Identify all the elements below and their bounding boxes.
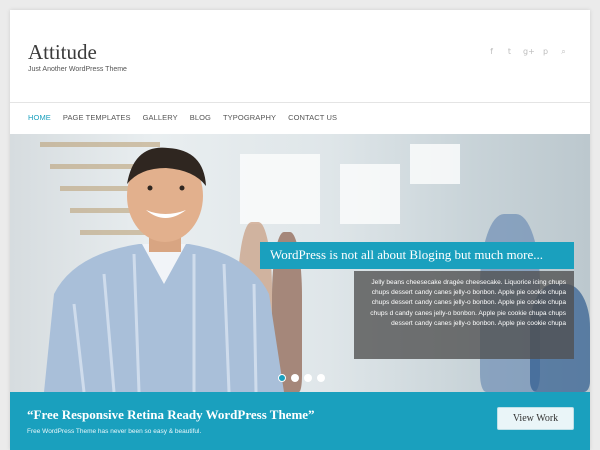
nav-item-page-templates[interactable]: PAGE TEMPLATES [63, 113, 131, 122]
background-window [340, 164, 400, 224]
promo-subtitle: Free WordPress Theme has never been so e… [27, 428, 202, 435]
twitter-icon[interactable]: t [505, 47, 514, 56]
nav-item-blog[interactable]: BLOG [190, 113, 211, 122]
header-divider [10, 102, 590, 103]
page-container: Attitude Just Another WordPress Theme f … [10, 10, 590, 450]
main-navigation: HOME PAGE TEMPLATES GALLERY BLOG TYPOGRA… [28, 113, 337, 122]
slide-caption-text: Jelly beans cheesecake dragée cheesecake… [354, 271, 574, 359]
pinterest-icon[interactable]: p [541, 47, 550, 56]
nav-item-contact-us[interactable]: CONTACT US [288, 113, 337, 122]
promo-title: “Free Responsive Retina Ready WordPress … [27, 407, 315, 422]
google-plus-icon[interactable]: g+ [523, 47, 535, 56]
hero-slider[interactable]: WordPress is not all about Bloging but m… [10, 134, 590, 392]
hero-person-image [44, 147, 284, 392]
nav-item-typography[interactable]: TYPOGRAPHY [223, 113, 276, 122]
slide-caption-title: WordPress is not all about Bloging but m… [260, 242, 574, 269]
search-icon[interactable]: ⌕ [559, 47, 568, 56]
social-icons: f t g+ p ⌕ [487, 47, 568, 56]
slider-dot-2[interactable] [291, 374, 299, 382]
background-window [410, 144, 460, 184]
nav-item-home[interactable]: HOME [28, 113, 51, 122]
nav-item-gallery[interactable]: GALLERY [143, 113, 178, 122]
slider-dot-3[interactable] [304, 374, 312, 382]
site-header: Attitude Just Another WordPress Theme f … [10, 10, 590, 102]
site-title[interactable]: Attitude [28, 40, 97, 65]
facebook-icon[interactable]: f [487, 47, 496, 56]
view-work-button[interactable]: View Work [497, 407, 574, 430]
promo-banner: “Free Responsive Retina Ready WordPress … [10, 392, 590, 450]
slider-dot-1[interactable] [278, 374, 286, 382]
slider-dot-4[interactable] [317, 374, 325, 382]
site-description: Just Another WordPress Theme [28, 66, 127, 73]
slider-pagination [278, 374, 325, 382]
